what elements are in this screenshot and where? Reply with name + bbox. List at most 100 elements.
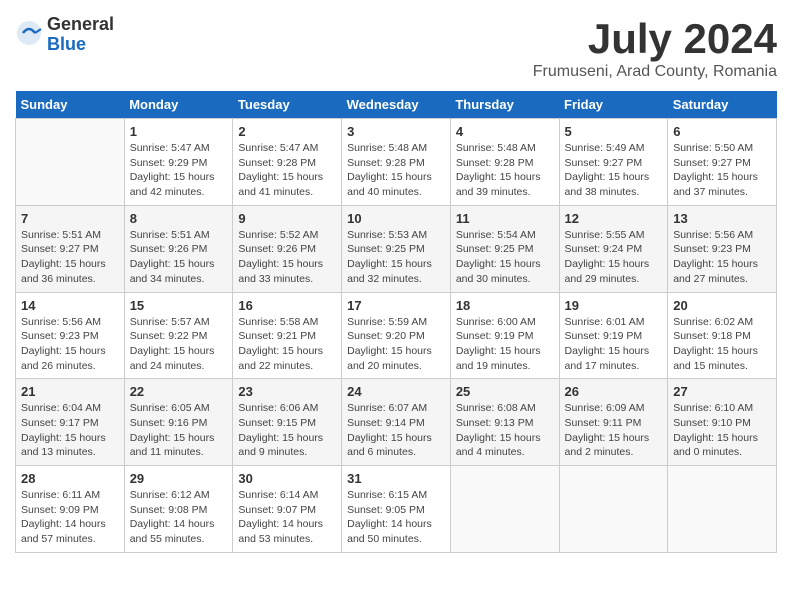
calendar-cell: 16Sunrise: 5:58 AMSunset: 9:21 PMDayligh… <box>233 292 342 379</box>
calendar-cell <box>668 466 777 553</box>
logo: General Blue <box>15 15 114 55</box>
calendar-cell: 2 Sunrise: 5:47 AMSunset: 9:28 PMDaylight… <box>233 119 342 206</box>
day-details: Sunrise: 5:54 AMSunset: 9:25 PMDaylight:… <box>456 228 554 287</box>
subtitle: Frumuseni, Arad County, Romania <box>533 63 777 81</box>
calendar-cell: 8 Sunrise: 5:51 AMSunset: 9:26 PMDaylight… <box>124 205 233 292</box>
header: General Blue July 2024 Frumuseni, Arad C… <box>15 15 777 81</box>
calendar-cell: 26 Sunrise: 6:09 AMSunset: 9:11 PMDayligh… <box>559 379 668 466</box>
day-details: Sunrise: 5:49 AMSunset: 9:27 PMDaylight:… <box>565 141 663 200</box>
day-details: Sunrise: 5:55 AMSunset: 9:24 PMDaylight:… <box>565 228 663 287</box>
calendar-cell: 19 Sunrise: 6:01 AMSunset: 9:19 PMDayligh… <box>559 292 668 379</box>
logo-general-text: General <box>47 15 114 35</box>
weekday-header-sunday: Sunday <box>16 91 125 119</box>
day-number: 10 <box>347 211 445 226</box>
day-details: Sunrise: 6:09 AMSunset: 9:11 PMDaylight:… <box>565 401 663 460</box>
title-section: July 2024 Frumuseni, Arad County, Romani… <box>533 15 777 81</box>
day-details: Sunrise: 6:12 AMSunset: 9:08 PMDaylight:… <box>130 488 228 547</box>
day-details: Sunrise: 6:04 AMSunset: 9:17 PMDaylight:… <box>21 401 119 460</box>
day-number: 1 <box>130 124 228 139</box>
day-details: Sunrise: 5:56 AMSunset: 9:23 PMDaylight:… <box>21 315 119 374</box>
day-number: 16 <box>238 298 336 313</box>
day-number: 30 <box>238 471 336 486</box>
day-details: Sunrise: 6:07 AMSunset: 9:14 PMDaylight:… <box>347 401 445 460</box>
day-number: 6 <box>673 124 771 139</box>
day-number: 19 <box>565 298 663 313</box>
calendar-week-5: 28Sunrise: 6:11 AMSunset: 9:09 PMDayligh… <box>16 466 777 553</box>
calendar-cell <box>16 119 125 206</box>
day-number: 13 <box>673 211 771 226</box>
day-number: 12 <box>565 211 663 226</box>
weekday-header-friday: Friday <box>559 91 668 119</box>
calendar-cell: 6 Sunrise: 5:50 AMSunset: 9:27 PMDaylight… <box>668 119 777 206</box>
day-number: 7 <box>21 211 119 226</box>
day-number: 3 <box>347 124 445 139</box>
logo-blue-text: Blue <box>47 35 114 55</box>
calendar-week-1: 1 Sunrise: 5:47 AMSunset: 9:29 PMDaylight… <box>16 119 777 206</box>
day-details: Sunrise: 5:48 AMSunset: 9:28 PMDaylight:… <box>347 141 445 200</box>
day-details: Sunrise: 6:15 AMSunset: 9:05 PMDaylight:… <box>347 488 445 547</box>
day-details: Sunrise: 5:47 AMSunset: 9:29 PMDaylight:… <box>130 141 228 200</box>
calendar-cell: 13 Sunrise: 5:56 AMSunset: 9:23 PMDayligh… <box>668 205 777 292</box>
calendar-cell: 29 Sunrise: 6:12 AMSunset: 9:08 PMDayligh… <box>124 466 233 553</box>
day-number: 20 <box>673 298 771 313</box>
day-details: Sunrise: 5:59 AMSunset: 9:20 PMDaylight:… <box>347 315 445 374</box>
calendar-cell: 25Sunrise: 6:08 AMSunset: 9:13 PMDayligh… <box>450 379 559 466</box>
day-number: 18 <box>456 298 554 313</box>
day-number: 15 <box>130 298 228 313</box>
day-number: 21 <box>21 384 119 399</box>
day-details: Sunrise: 5:48 AMSunset: 9:28 PMDaylight:… <box>456 141 554 200</box>
weekday-header-thursday: Thursday <box>450 91 559 119</box>
day-details: Sunrise: 6:06 AMSunset: 9:15 PMDaylight:… <box>238 401 336 460</box>
day-details: Sunrise: 5:51 AMSunset: 9:26 PMDaylight:… <box>130 228 228 287</box>
day-details: Sunrise: 6:05 AMSunset: 9:16 PMDaylight:… <box>130 401 228 460</box>
calendar-cell: 24 Sunrise: 6:07 AMSunset: 9:14 PMDayligh… <box>342 379 451 466</box>
day-number: 24 <box>347 384 445 399</box>
day-number: 11 <box>456 211 554 226</box>
calendar-cell: 18 Sunrise: 6:00 AMSunset: 9:19 PMDayligh… <box>450 292 559 379</box>
calendar-week-4: 21 Sunrise: 6:04 AMSunset: 9:17 PMDayligh… <box>16 379 777 466</box>
weekday-header-saturday: Saturday <box>668 91 777 119</box>
day-details: Sunrise: 6:14 AMSunset: 9:07 PMDaylight:… <box>238 488 336 547</box>
day-number: 14 <box>21 298 119 313</box>
calendar-cell <box>559 466 668 553</box>
calendar-cell: 10Sunrise: 5:53 AMSunset: 9:25 PMDayligh… <box>342 205 451 292</box>
day-details: Sunrise: 5:56 AMSunset: 9:23 PMDaylight:… <box>673 228 771 287</box>
logo-icon <box>15 19 43 47</box>
day-number: 31 <box>347 471 445 486</box>
calendar-cell: 23 Sunrise: 6:06 AMSunset: 9:15 PMDayligh… <box>233 379 342 466</box>
calendar-week-2: 7 Sunrise: 5:51 AMSunset: 9:27 PMDaylight… <box>16 205 777 292</box>
day-details: Sunrise: 5:47 AMSunset: 9:28 PMDaylight:… <box>238 141 336 200</box>
day-details: Sunrise: 6:01 AMSunset: 9:19 PMDaylight:… <box>565 315 663 374</box>
day-number: 22 <box>130 384 228 399</box>
calendar-cell: 22 Sunrise: 6:05 AMSunset: 9:16 PMDayligh… <box>124 379 233 466</box>
day-details: Sunrise: 5:50 AMSunset: 9:27 PMDaylight:… <box>673 141 771 200</box>
day-number: 4 <box>456 124 554 139</box>
calendar-cell: 4 Sunrise: 5:48 AMSunset: 9:28 PMDaylight… <box>450 119 559 206</box>
calendar-cell: 9Sunrise: 5:52 AMSunset: 9:26 PMDaylight… <box>233 205 342 292</box>
calendar-cell: 5Sunrise: 5:49 AMSunset: 9:27 PMDaylight… <box>559 119 668 206</box>
day-number: 8 <box>130 211 228 226</box>
calendar-cell: 12 Sunrise: 5:55 AMSunset: 9:24 PMDayligh… <box>559 205 668 292</box>
calendar-week-3: 14 Sunrise: 5:56 AMSunset: 9:23 PMDayligh… <box>16 292 777 379</box>
calendar-cell: 3 Sunrise: 5:48 AMSunset: 9:28 PMDaylight… <box>342 119 451 206</box>
day-number: 29 <box>130 471 228 486</box>
calendar-cell: 21 Sunrise: 6:04 AMSunset: 9:17 PMDayligh… <box>16 379 125 466</box>
calendar-cell: 30 Sunrise: 6:14 AMSunset: 9:07 PMDayligh… <box>233 466 342 553</box>
day-number: 25 <box>456 384 554 399</box>
weekday-header-wednesday: Wednesday <box>342 91 451 119</box>
day-number: 2 <box>238 124 336 139</box>
weekday-header-monday: Monday <box>124 91 233 119</box>
day-details: Sunrise: 6:00 AMSunset: 9:19 PMDaylight:… <box>456 315 554 374</box>
logo-text: General Blue <box>47 15 114 55</box>
calendar-cell: 17Sunrise: 5:59 AMSunset: 9:20 PMDayligh… <box>342 292 451 379</box>
day-number: 27 <box>673 384 771 399</box>
day-details: Sunrise: 6:10 AMSunset: 9:10 PMDaylight:… <box>673 401 771 460</box>
day-details: Sunrise: 5:51 AMSunset: 9:27 PMDaylight:… <box>21 228 119 287</box>
day-details: Sunrise: 6:02 AMSunset: 9:18 PMDaylight:… <box>673 315 771 374</box>
day-number: 23 <box>238 384 336 399</box>
calendar-cell: 7 Sunrise: 5:51 AMSunset: 9:27 PMDaylight… <box>16 205 125 292</box>
calendar-cell: 1 Sunrise: 5:47 AMSunset: 9:29 PMDaylight… <box>124 119 233 206</box>
day-details: Sunrise: 5:52 AMSunset: 9:26 PMDaylight:… <box>238 228 336 287</box>
day-number: 26 <box>565 384 663 399</box>
calendar-cell: 14 Sunrise: 5:56 AMSunset: 9:23 PMDayligh… <box>16 292 125 379</box>
